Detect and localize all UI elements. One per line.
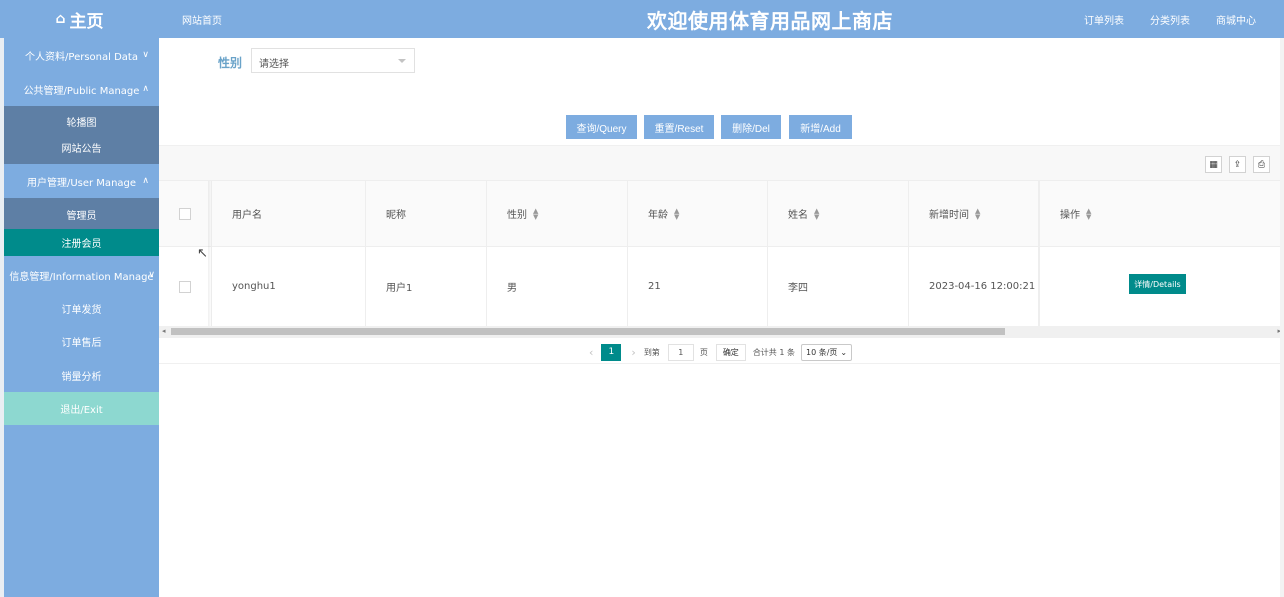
row-checkbox[interactable] [179,280,191,293]
sidebar-item-label: 退出/Exit [60,405,103,416]
export-icon[interactable]: ⇪ [1229,156,1246,173]
brand-home[interactable]: ⌂ 主页 [0,0,159,38]
cell-name: 李四 [768,247,909,326]
sidebar-item-label: 订单售后 [61,338,102,349]
chevron-down-icon: ⌄ [840,347,848,357]
page-size-select[interactable]: 10 条/页 ⌄ [801,343,853,361]
sidebar-item-carousel[interactable]: 轮播图 [4,108,159,134]
cell-age: 21 [628,247,768,326]
reset-button[interactable]: 重置/Reset [644,115,714,139]
cell-username: yonghu1 [212,247,366,326]
brand-label: 主页 [69,11,104,32]
sidebar-item-exit[interactable]: 退出/Exit [4,392,159,425]
sidebar-item-personal-data[interactable]: 个人资料/Personal Data ∨ [4,38,159,72]
table-header: 用户名 昵称 性别 ▲▼ 年龄 ▲▼ 姓名 ▲▼ 新增时间 ▲▼ 操作 [159,181,1284,247]
scroll-left-icon[interactable]: ◂ [162,327,166,335]
prev-page-icon[interactable]: ‹ [589,346,593,359]
caret-down-icon [398,59,406,63]
sidebar-item-label: 个人资料/Personal Data [25,51,138,63]
header-nickname: 昵称 [366,181,487,246]
header-action[interactable]: 操作 ▲ ▼ [1039,181,1284,246]
page-size-value: 10 条/页 [806,347,838,357]
header-created-time[interactable]: 新增时间 ▲ ▼ [909,181,1039,246]
submenu-public-manage: 轮播图 网站公告 [4,106,159,164]
sidebar-item-label: 订单发货 [61,305,102,316]
cell-nickname: 用户1 [366,247,487,326]
page-unit-label: 页 [699,347,708,357]
current-page[interactable]: 1 [601,343,622,361]
sidebar-item-registered-member[interactable]: 注册会员 [4,229,159,256]
sidebar-item-information-manage[interactable]: 信息管理/Information Manage ∨ [4,258,159,292]
goto-page-input[interactable]: 1 [667,343,694,361]
top-links: 订单列表 分类列表 商城中心 [1084,12,1256,27]
delete-button[interactable]: 删除/Del [721,115,781,139]
cell-gender: 男 [487,247,628,326]
details-button[interactable]: 详情/Details [1129,274,1186,294]
goto-label: 到第 [643,347,660,357]
total-count: 合计共 1 条 [752,347,795,357]
sort-icon[interactable]: ▲ ▼ [975,207,980,220]
sidebar-item-after-sales[interactable]: 订单售后 [4,325,159,358]
data-table: 用户名 昵称 性别 ▲▼ 年龄 ▲▼ 姓名 ▲▼ 新增时间 ▲▼ 操作 [159,180,1284,327]
table-toolbar: ▦ ⇪ ⎙ [159,145,1284,180]
header-checkbox-cell [159,181,212,246]
cell-created-time: 2023-04-16 12:00:21 [909,247,1039,326]
goto-confirm-button[interactable]: 确定 [715,343,746,361]
select-all-checkbox[interactable] [179,207,191,220]
sidebar-item-label: 轮播图 [66,117,97,129]
main-content: 性别 请选择 查询/Query 重置/Reset 删除/Del 新增/Add ▦… [159,38,1284,597]
header-username: 用户名 [212,181,366,246]
chevron-up-icon: ∧ [142,176,149,186]
sidebar-item-label: 信息管理/Information Manage [9,271,154,283]
gender-select[interactable]: 请选择 [251,48,415,73]
horizontal-scrollbar[interactable]: ◂ ▸ [159,326,1284,338]
mouse-cursor-icon: ↖ [197,246,208,261]
sidebar-item-label: 公共管理/Public Manage [23,85,140,97]
sidebar-item-public-manage[interactable]: 公共管理/Public Manage ∧ [4,72,159,106]
vertical-scrollbar[interactable] [1280,38,1284,597]
sidebar-item-sales-analysis[interactable]: 销量分析 [4,358,159,392]
cell-action: 详情/Details [1039,247,1284,326]
sidebar-item-label: 网站公告 [61,143,102,155]
chevron-down-icon: ∨ [142,50,149,60]
print-icon[interactable]: ⎙ [1253,156,1270,173]
divider [159,363,1284,364]
category-list-link[interactable]: 分类列表 [1150,12,1190,27]
chevron-up-icon: ∧ [142,84,149,94]
columns-filter-icon[interactable]: ▦ [1205,156,1222,173]
sidebar: 个人资料/Personal Data ∨ 公共管理/Public Manage … [4,38,159,597]
header-age[interactable]: 年龄 ▲ ▼ [628,181,768,246]
chevron-down-icon: ∨ [148,270,155,280]
top-bar: ⌂ 主页 网站首页 欢迎使用体育用品网上商店 订单列表 分类列表 商城中心 [0,0,1284,38]
header-name[interactable]: 姓名 ▲ ▼ [768,181,909,246]
header-gender[interactable]: 性别 ▲ ▼ [487,181,628,246]
sidebar-item-label: 销量分析 [61,371,102,383]
table-row: yonghu1 用户1 男 21 李四 2023-04-16 12:00:21 … [159,247,1284,327]
page-title: 欢迎使用体育用品网上商店 [647,9,893,33]
next-page-icon[interactable]: › [631,346,635,359]
site-home-link[interactable]: 网站首页 [182,12,222,27]
query-button[interactable]: 查询/Query [566,115,637,139]
sidebar-item-label: 注册会员 [61,239,102,250]
sidebar-item-announcement[interactable]: 网站公告 [4,134,159,160]
gender-select-placeholder: 请选择 [259,59,289,70]
fixed-column-shadow [208,181,212,327]
sidebar-item-label: 用户管理/User Manage [26,177,137,189]
add-button[interactable]: 新增/Add [789,115,852,139]
sidebar-item-label: 管理员 [66,211,97,222]
sort-icon[interactable]: ▲ ▼ [533,207,538,220]
sort-icon[interactable]: ▲ ▼ [674,207,679,220]
sort-icon[interactable]: ▲ ▼ [1086,207,1091,220]
sort-icon[interactable]: ▲ ▼ [814,207,819,220]
gender-filter-label: 性别 [218,56,243,70]
sidebar-item-order-shipping[interactable]: 订单发货 [4,292,159,325]
submenu-user-manage: 管理员 注册会员 [4,198,159,256]
pagination: ‹ 1 › 到第 1 页 确定 合计共 1 条 10 条/页 ⌄ [589,343,853,361]
sidebar-item-admin[interactable]: 管理员 [4,200,159,229]
mall-center-link[interactable]: 商城中心 [1216,12,1256,27]
home-icon: ⌂ [55,11,66,27]
order-list-link[interactable]: 订单列表 [1084,12,1124,27]
scrollbar-thumb[interactable] [171,328,1005,335]
sidebar-item-user-manage[interactable]: 用户管理/User Manage ∧ [4,164,159,198]
